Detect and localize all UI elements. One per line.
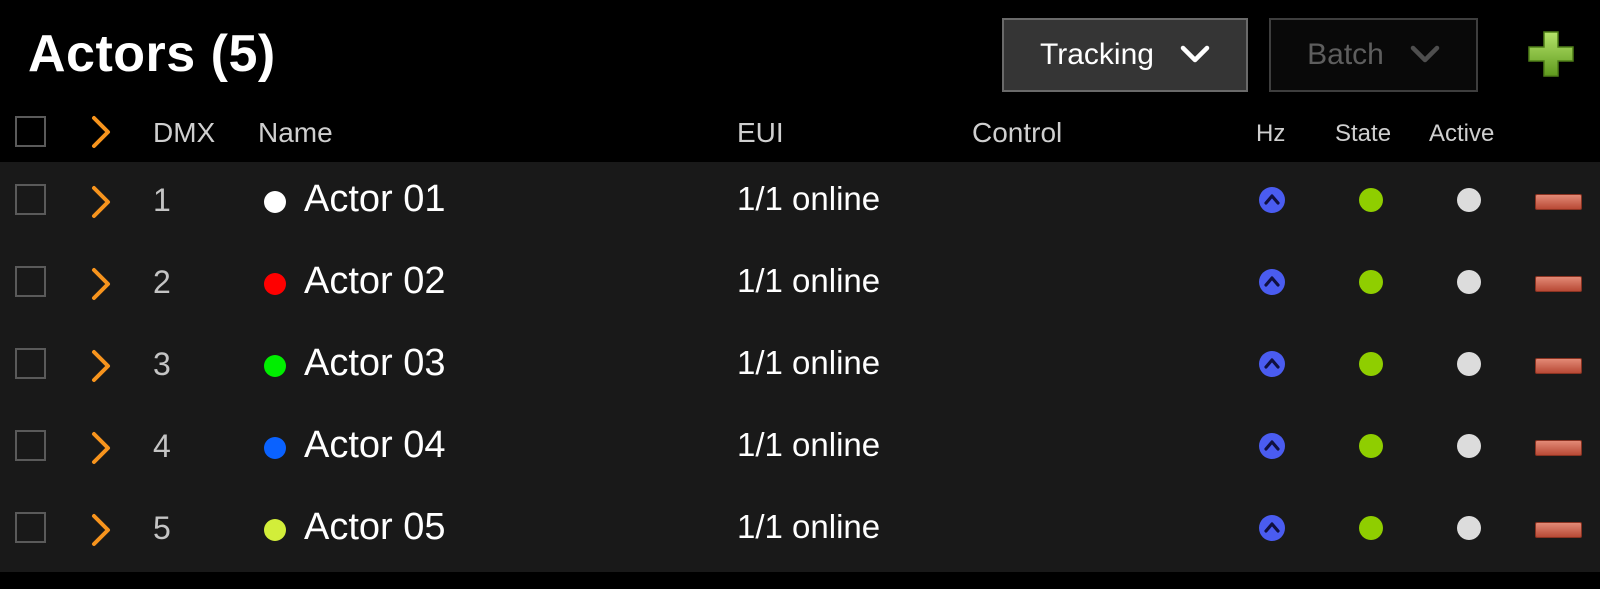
- chevron-up-circle-icon[interactable]: [1258, 432, 1286, 460]
- row-checkbox[interactable]: [15, 348, 46, 379]
- chevron-up-circle-icon[interactable]: [1258, 514, 1286, 542]
- remove-actor-button[interactable]: [1535, 194, 1582, 210]
- tracking-label: Tracking: [1040, 38, 1154, 71]
- remove-actor-button[interactable]: [1535, 276, 1582, 292]
- table-row[interactable]: 1 Actor 01 1/1 online: [0, 162, 1600, 244]
- actor-name[interactable]: Actor 02: [304, 260, 446, 303]
- table-row[interactable]: 4 Actor 04 1/1 online: [0, 408, 1600, 490]
- table-row[interactable]: 3 Actor 03 1/1 online: [0, 326, 1600, 408]
- dmx-value: 1: [153, 182, 171, 218]
- chevron-right-icon[interactable]: [90, 430, 112, 466]
- column-control[interactable]: Control: [972, 117, 1062, 149]
- state-indicator: [1359, 188, 1383, 212]
- actor-color-dot: [264, 519, 286, 541]
- chevron-right-icon[interactable]: [90, 348, 112, 384]
- tracking-dropdown[interactable]: Tracking: [1002, 18, 1248, 92]
- chevron-right-icon[interactable]: [90, 512, 112, 548]
- chevron-right-icon[interactable]: [90, 266, 112, 302]
- chevron-right-icon[interactable]: [90, 184, 112, 220]
- expand-all-chevron-icon[interactable]: [90, 114, 112, 150]
- active-indicator[interactable]: [1457, 516, 1481, 540]
- actor-name[interactable]: Actor 05: [304, 506, 446, 549]
- eui-status: 1/1 online: [737, 180, 881, 217]
- state-indicator: [1359, 434, 1383, 458]
- table-row[interactable]: 2 Actor 02 1/1 online: [0, 244, 1600, 326]
- batch-label: Batch: [1307, 38, 1384, 71]
- column-eui[interactable]: EUI: [737, 117, 784, 149]
- active-indicator[interactable]: [1457, 352, 1481, 376]
- actor-name[interactable]: Actor 01: [304, 178, 446, 221]
- chevron-down-icon: [1180, 45, 1210, 63]
- active-indicator[interactable]: [1457, 188, 1481, 212]
- batch-dropdown[interactable]: Batch: [1269, 18, 1478, 92]
- column-hz[interactable]: Hz: [1256, 120, 1285, 148]
- toolbar: Actors (5) Tracking Batch: [0, 0, 1600, 110]
- state-indicator: [1359, 270, 1383, 294]
- eui-status: 1/1 online: [737, 344, 881, 381]
- eui-status: 1/1 online: [737, 426, 881, 463]
- row-checkbox[interactable]: [15, 430, 46, 461]
- remove-actor-button[interactable]: [1535, 440, 1582, 456]
- row-checkbox[interactable]: [15, 184, 46, 215]
- actor-color-dot: [264, 437, 286, 459]
- chevron-up-circle-icon[interactable]: [1258, 186, 1286, 214]
- actor-table-body: 1 Actor 01 1/1 online 2 Actor 02 1/1 onl…: [0, 162, 1600, 572]
- state-indicator: [1359, 516, 1383, 540]
- dmx-value: 5: [153, 510, 171, 546]
- chevron-up-circle-icon[interactable]: [1258, 350, 1286, 378]
- remove-actor-button[interactable]: [1535, 522, 1582, 538]
- add-actor-button[interactable]: [1527, 30, 1575, 78]
- row-checkbox[interactable]: [15, 512, 46, 543]
- page-title: Actors (5): [28, 25, 276, 83]
- column-dmx[interactable]: DMX: [153, 117, 215, 149]
- table-row[interactable]: 5 Actor 05 1/1 online: [0, 490, 1600, 572]
- active-indicator[interactable]: [1457, 434, 1481, 458]
- eui-status: 1/1 online: [737, 508, 881, 545]
- remove-actor-button[interactable]: [1535, 358, 1582, 374]
- actor-color-dot: [264, 355, 286, 377]
- active-indicator[interactable]: [1457, 270, 1481, 294]
- dmx-value: 3: [153, 346, 171, 382]
- state-indicator: [1359, 352, 1383, 376]
- dmx-value: 4: [153, 428, 171, 464]
- actor-color-dot: [264, 273, 286, 295]
- actor-color-dot: [264, 191, 286, 213]
- column-state[interactable]: State: [1335, 120, 1391, 148]
- select-all-checkbox[interactable]: [15, 116, 46, 147]
- column-name[interactable]: Name: [258, 117, 333, 149]
- column-header-row: DMX Name EUI Control Hz State Active: [0, 110, 1600, 160]
- actor-name[interactable]: Actor 03: [304, 342, 446, 385]
- column-active[interactable]: Active: [1429, 120, 1494, 148]
- chevron-down-icon: [1410, 45, 1440, 63]
- chevron-up-circle-icon[interactable]: [1258, 268, 1286, 296]
- row-checkbox[interactable]: [15, 266, 46, 297]
- actor-name[interactable]: Actor 04: [304, 424, 446, 467]
- eui-status: 1/1 online: [737, 262, 881, 299]
- dmx-value: 2: [153, 264, 171, 300]
